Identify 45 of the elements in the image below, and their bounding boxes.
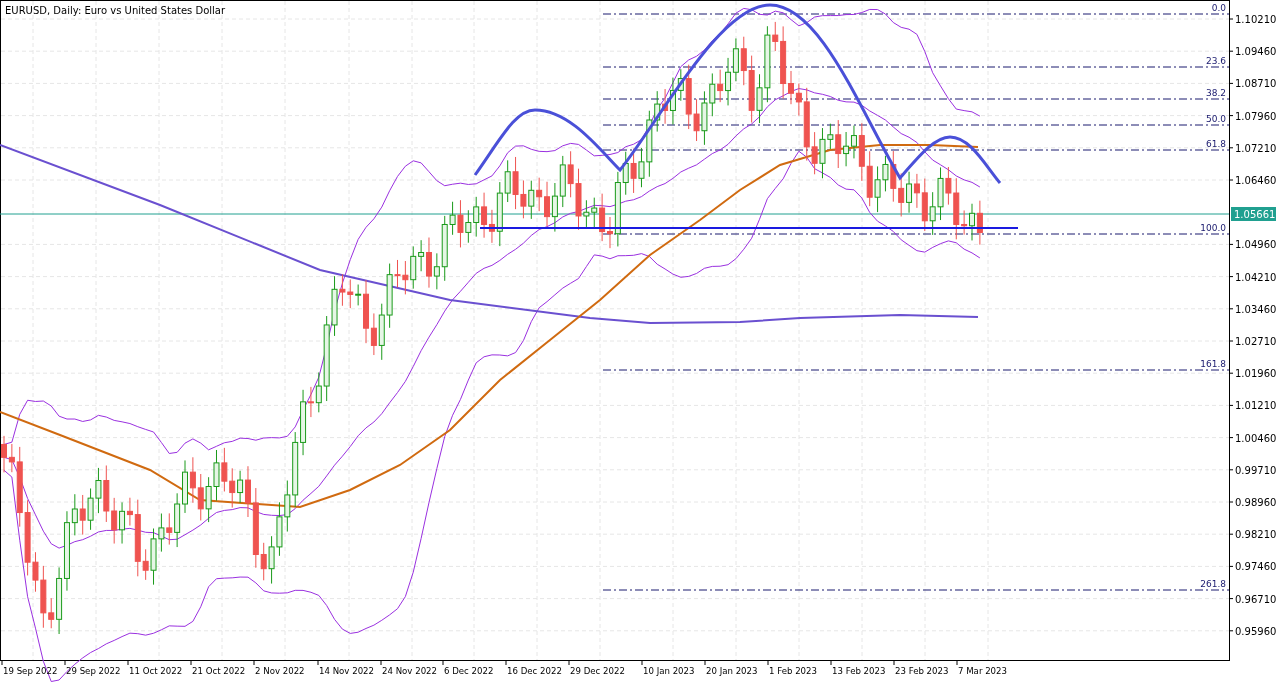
price-axis-label: 0.96710 [1235,593,1277,605]
fibonacci-level-label: 0.0 [1211,3,1226,13]
date-axis-label: 14 Nov 2022 [319,666,375,676]
current-price-tag: 1.05661 [1231,207,1276,221]
date-axis-label: 20 Jan 2023 [706,666,758,676]
fibonacci-level-label: 161.8 [1200,359,1226,369]
price-axis-label: 1.08710 [1235,78,1277,90]
date-axis-label: 13 Feb 2023 [832,666,886,676]
date-axis-label: 10 Jan 2023 [643,666,695,676]
price-axis-label: 1.01210 [1235,400,1277,412]
fibonacci-level-label: 38.2 [1205,88,1226,98]
fibonacci-level-label: 261.8 [1200,579,1226,589]
fibonacci-level-label: 61.8 [1205,139,1226,149]
date-axis-label: 11 Oct 2022 [129,666,183,676]
date-axis-label: 6 Dec 2022 [444,666,494,676]
date-axis-label: 19 Sep 2022 [3,666,58,676]
date-axis-label: 16 Dec 2022 [507,666,562,676]
date-axis-label: 29 Sep 2022 [66,666,121,676]
price-axis-label: 0.95960 [1235,625,1277,637]
price-axis-label: 0.98210 [1235,529,1277,541]
price-axis-label: 1.07210 [1235,142,1277,154]
price-axis-label: 0.98960 [1235,497,1277,508]
price-axis-label: 1.03460 [1235,303,1277,315]
date-axis-label: 24 Nov 2022 [382,666,438,676]
price-axis-label: 0.97460 [1235,561,1277,573]
date-axis-label: 21 Oct 2022 [192,666,246,676]
fibonacci-level-label: 50.0 [1205,114,1226,124]
date-axis-label: 29 Dec 2022 [570,666,625,676]
price-axis-label: 1.07960 [1235,110,1277,122]
price-axis-label: 1.10210 [1235,14,1277,25]
price-axis-label: 1.04960 [1235,239,1277,251]
fibonacci-level-label: 23.6 [1205,56,1226,66]
price-axis-label: 1.01960 [1235,368,1277,380]
price-axis-label: 1.09460 [1235,46,1277,58]
price-axis-label: 1.00460 [1235,432,1277,444]
fibonacci-level-label: 100.0 [1200,223,1226,233]
date-axis-label: 23 Feb 2023 [895,666,949,676]
price-axis-label: 0.99710 [1235,464,1277,476]
price-axis-label: 1.02710 [1235,336,1277,347]
date-axis-label: 2 Nov 2022 [255,666,305,676]
price-axis-label: 1.06460 [1235,175,1277,186]
date-axis-label: 1 Feb 2023 [769,666,818,676]
chart-title: EURUSD, Daily: Euro vs United States Dollar [5,5,226,16]
price-axis-label: 1.04210 [1235,271,1277,283]
date-axis-label: 7 Mar 2023 [958,666,1007,676]
